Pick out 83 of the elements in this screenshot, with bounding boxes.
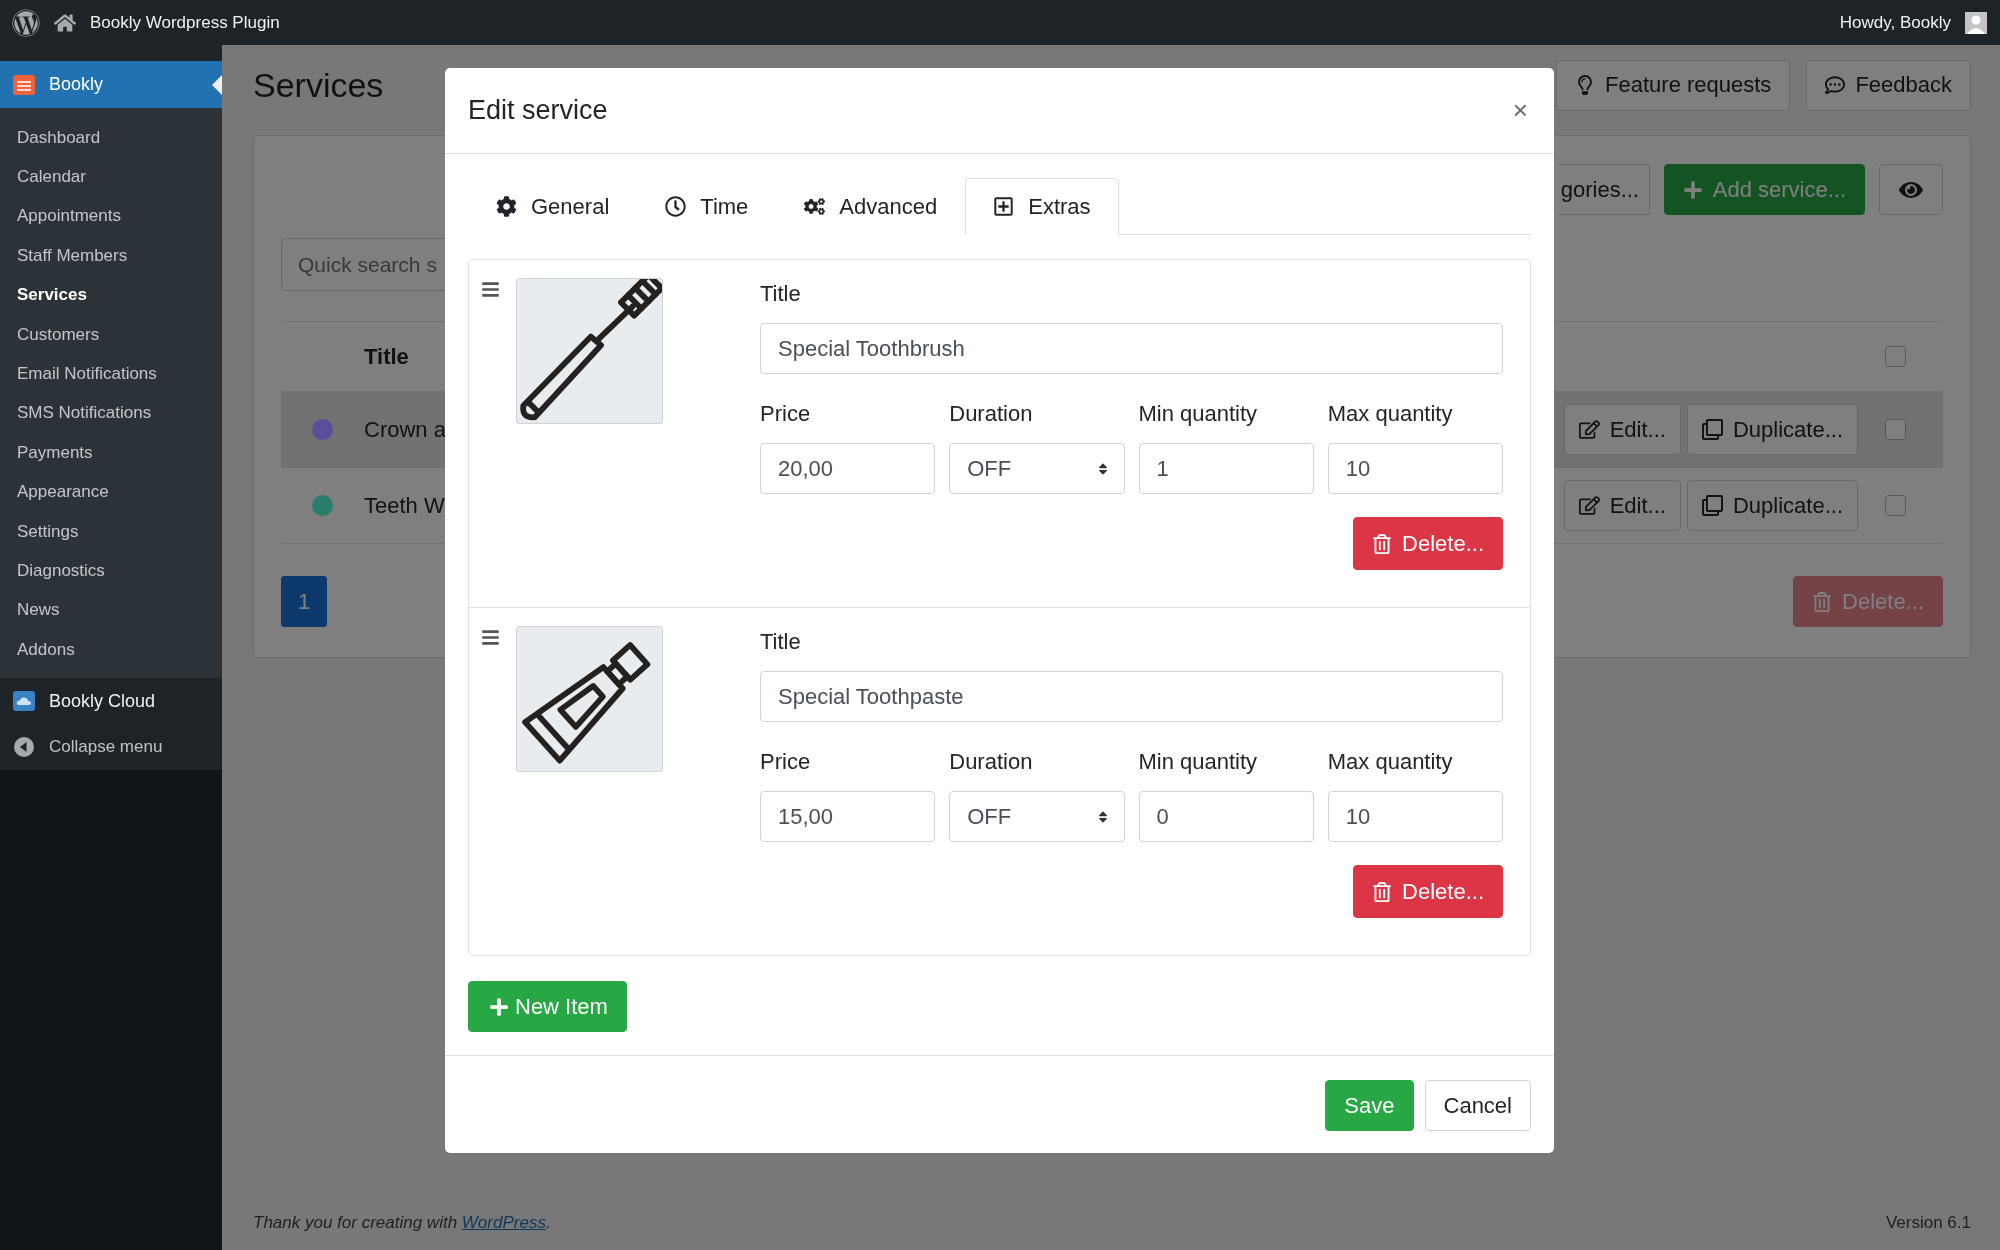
- avatar-icon[interactable]: [1965, 11, 1987, 34]
- input-field[interactable]: 10: [1327, 791, 1503, 842]
- submenu-item[interactable]: Payments: [0, 433, 222, 473]
- field-label: Duration: [949, 749, 1034, 776]
- copy-icon: [1701, 495, 1723, 516]
- field-label: Duration: [949, 401, 1034, 428]
- drag-handle-icon[interactable]: [481, 628, 500, 647]
- clock-icon: [665, 196, 687, 217]
- edit-icon: [1578, 419, 1600, 440]
- trash-icon: [1372, 533, 1393, 554]
- calendar-icon: [13, 74, 35, 95]
- submenu-item[interactable]: Dashboard: [0, 118, 222, 158]
- field-label: Title: [760, 629, 802, 656]
- home-icon[interactable]: [54, 11, 76, 34]
- column-header[interactable]: Title: [364, 343, 409, 370]
- table-cell: Crown a: [364, 416, 446, 443]
- input-field[interactable]: 20,00: [760, 443, 936, 494]
- trash-icon: [1372, 881, 1393, 902]
- site-title[interactable]: Bookly Wordpress Plugin: [90, 12, 280, 33]
- plus-icon: [1682, 179, 1703, 200]
- user-greeting[interactable]: Howdy, Bookly: [1839, 12, 1951, 33]
- submenu-item[interactable]: Staff Members: [0, 236, 222, 276]
- edit-button[interactable]: Edit...: [1563, 480, 1681, 531]
- checkbox[interactable]: [1885, 346, 1906, 367]
- cancel-button[interactable]: Cancel: [1424, 1080, 1531, 1131]
- title-field[interactable]: Special Toothbrush: [760, 323, 1503, 374]
- field-label: Price: [760, 749, 812, 776]
- submenu-item[interactable]: SMS Notifications: [0, 393, 222, 434]
- submenu-item[interactable]: News: [0, 590, 222, 631]
- input-field[interactable]: 1: [1138, 443, 1314, 494]
- close-button[interactable]: ×: [1512, 95, 1528, 126]
- tab[interactable]: Extras: [965, 178, 1119, 235]
- cloud-icon: [13, 691, 35, 712]
- toothbrush-icon: [517, 279, 662, 423]
- submenu-item[interactable]: Diagnostics: [0, 551, 222, 591]
- wordpress-logo-icon[interactable]: [12, 8, 40, 37]
- gear-icon: [496, 196, 517, 217]
- field-label: Max quantity: [1327, 749, 1454, 776]
- drag-handle-icon[interactable]: [481, 280, 500, 299]
- plus-icon: [489, 996, 509, 1017]
- image-frame[interactable]: [516, 278, 663, 424]
- field-label: Min quantity: [1138, 749, 1259, 776]
- dialog-title: Edit service: [468, 95, 608, 126]
- submenu-item[interactable]: Addons: [0, 630, 222, 670]
- field-label: Title: [760, 281, 802, 308]
- field-label: Max quantity: [1327, 401, 1454, 428]
- edit-icon: [1578, 495, 1600, 516]
- select-field[interactable]: OFF: [949, 791, 1125, 842]
- submenu-item[interactable]: Services: [0, 275, 222, 315]
- header-button[interactable]: Feature requests: [1556, 59, 1791, 111]
- field-label: Price: [760, 401, 812, 428]
- categories-button[interactable]: gories...: [1558, 164, 1650, 215]
- image-frame[interactable]: [516, 626, 663, 772]
- version-text: Version 6.1: [1885, 1213, 1971, 1233]
- visibility-button[interactable]: [1879, 164, 1943, 215]
- footer-text: Thank you for creating with WordPress.: [253, 1213, 551, 1233]
- select-field[interactable]: OFF: [949, 443, 1125, 494]
- input-field[interactable]: 15,00: [760, 791, 936, 842]
- header-button[interactable]: Feedback: [1806, 59, 1971, 111]
- submenu-item[interactable]: Email Notifications: [0, 354, 222, 394]
- input-field[interactable]: 0: [1138, 791, 1314, 842]
- table-cell: Teeth W: [364, 492, 445, 519]
- input-field[interactable]: 10: [1327, 443, 1503, 494]
- edit-button[interactable]: Edit...: [1563, 404, 1681, 455]
- page-title: Services: [253, 65, 384, 105]
- checkbox[interactable]: [1885, 419, 1906, 440]
- duplicate-button[interactable]: Duplicate...: [1686, 404, 1858, 455]
- title-field[interactable]: Special Toothpaste: [760, 671, 1503, 722]
- field-label: Min quantity: [1138, 401, 1259, 428]
- speech-bubble-icon: [1825, 75, 1846, 95]
- collapse-icon: [13, 736, 35, 759]
- checkbox[interactable]: [1885, 495, 1906, 516]
- submenu-item[interactable]: Appointments: [0, 196, 222, 237]
- submenu-item[interactable]: Appearance: [0, 472, 222, 512]
- submenu-item[interactable]: Customers: [0, 314, 222, 355]
- gears-icon: [804, 196, 826, 217]
- submenu-item[interactable]: Settings: [0, 511, 222, 552]
- menu-item[interactable]: Bookly: [0, 61, 222, 108]
- duplicate-button[interactable]: Duplicate...: [1686, 480, 1858, 531]
- copy-icon: [1701, 419, 1723, 440]
- delete-button[interactable]: Delete...: [1353, 865, 1503, 918]
- delete-button[interactable]: Delete...: [1353, 517, 1503, 570]
- submenu-item[interactable]: Calendar: [0, 157, 222, 197]
